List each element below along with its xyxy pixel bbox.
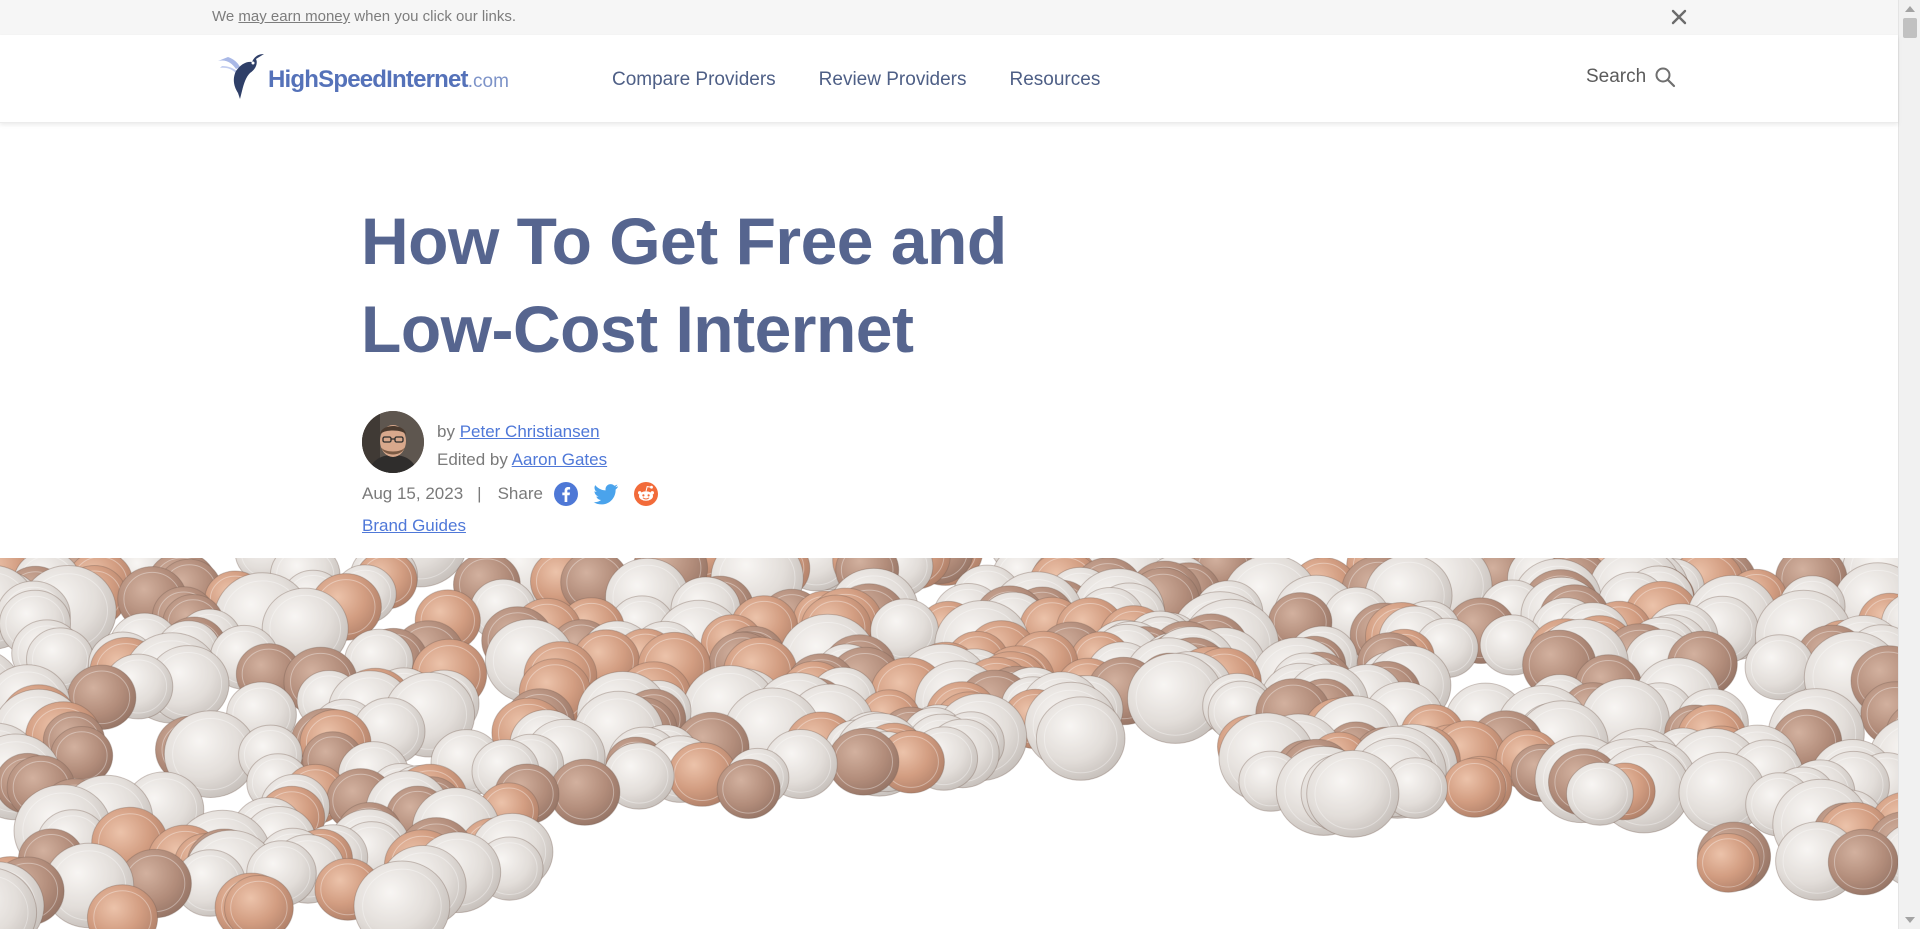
vertical-scrollbar[interactable] bbox=[1898, 0, 1920, 929]
reddit-icon bbox=[633, 482, 658, 506]
article-title-line-1: How To Get Free and bbox=[361, 204, 1007, 278]
search-label: Search bbox=[1586, 66, 1647, 87]
disclosure-prefix: We bbox=[212, 8, 239, 25]
publish-date: Aug 15, 2023 bbox=[362, 484, 464, 503]
share-twitter-button[interactable] bbox=[593, 481, 619, 507]
page: We may earn money when you click our lin… bbox=[0, 0, 1920, 929]
editor-line: Edited by Aaron Gates bbox=[437, 446, 607, 474]
author-line: by Peter Christiansen bbox=[437, 418, 607, 446]
close-disclosure-button[interactable] bbox=[1668, 6, 1690, 28]
edited-by-prefix: Edited by bbox=[437, 450, 512, 469]
hummingbird-logo-icon bbox=[218, 54, 264, 99]
close-icon bbox=[1671, 9, 1687, 25]
editor-link[interactable]: Aaron Gates bbox=[512, 450, 607, 469]
scroll-down-arrow[interactable] bbox=[1905, 917, 1915, 923]
author-portrait bbox=[362, 411, 424, 473]
site-logo[interactable]: HighSpeedInternet.com bbox=[216, 51, 509, 103]
logo-wordmark: HighSpeedInternet.com bbox=[268, 66, 509, 94]
share-label: Share bbox=[497, 484, 543, 503]
by-prefix: by bbox=[437, 422, 460, 441]
scrollbar-thumb[interactable] bbox=[1903, 18, 1917, 38]
disclosure-bar: We may earn money when you click our lin… bbox=[0, 0, 1898, 35]
article-byline: by Peter Christiansen Edited by Aaron Ga… bbox=[437, 418, 607, 474]
category-link[interactable]: Brand Guides bbox=[362, 516, 466, 536]
disclosure-text: We may earn money when you click our lin… bbox=[212, 8, 516, 25]
share-icons bbox=[553, 481, 659, 507]
nav-item-resources[interactable]: Resources bbox=[1010, 69, 1101, 91]
main-nav: Compare Providers Review Providers Resou… bbox=[612, 69, 1100, 91]
meta-separator: | bbox=[477, 484, 482, 503]
author-avatar bbox=[362, 411, 424, 473]
disclosure-link[interactable]: may earn money bbox=[238, 8, 350, 25]
share-reddit-button[interactable] bbox=[633, 481, 659, 507]
disclosure-suffix: when you click our links. bbox=[350, 8, 517, 25]
nav-item-review-providers[interactable]: Review Providers bbox=[819, 69, 967, 91]
site-header: HighSpeedInternet.com Compare Providers … bbox=[0, 35, 1898, 123]
logo-tld: .com bbox=[467, 71, 509, 92]
search-button[interactable]: Search bbox=[1586, 66, 1676, 88]
facebook-icon bbox=[553, 482, 578, 506]
nav-item-compare-providers[interactable]: Compare Providers bbox=[612, 69, 776, 91]
hero-image bbox=[0, 558, 1898, 929]
logo-name: HighSpeedInternet bbox=[268, 66, 469, 93]
search-icon bbox=[1655, 67, 1676, 88]
article-title-line-2: Low-Cost Internet bbox=[361, 292, 914, 366]
article-title: How To Get Free and Low-Cost Internet bbox=[361, 197, 1061, 373]
twitter-icon bbox=[593, 484, 618, 505]
article-meta: Aug 15, 2023 | Share bbox=[362, 481, 659, 507]
share-facebook-button[interactable] bbox=[553, 481, 579, 507]
author-link[interactable]: Peter Christiansen bbox=[460, 422, 600, 441]
scroll-up-arrow[interactable] bbox=[1905, 6, 1915, 12]
coins-illustration bbox=[0, 558, 1898, 929]
